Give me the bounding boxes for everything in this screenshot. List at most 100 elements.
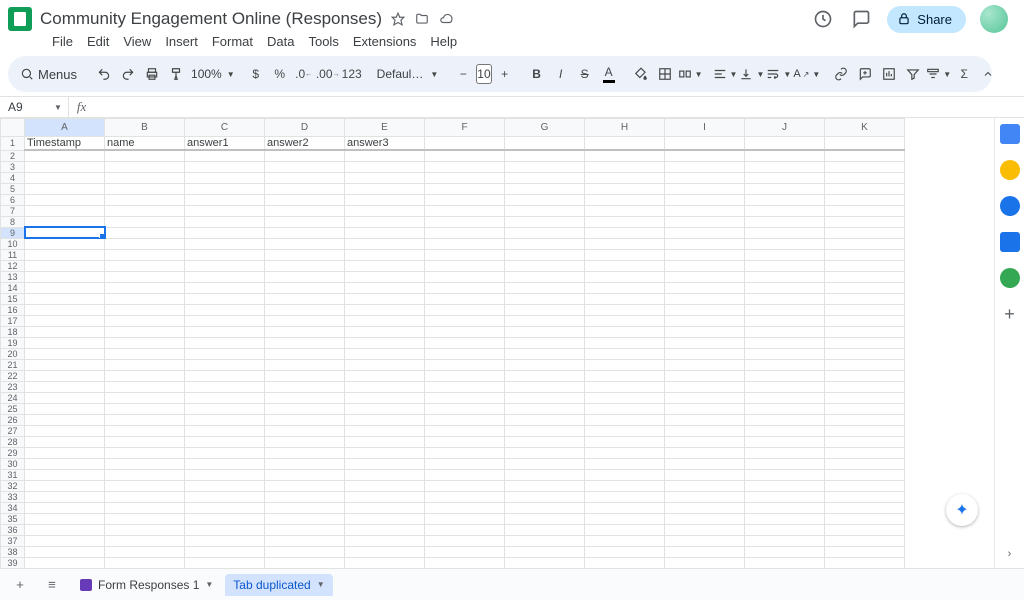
cell[interactable] bbox=[265, 414, 345, 425]
cell[interactable]: Timestamp bbox=[25, 137, 105, 151]
cell[interactable] bbox=[425, 304, 505, 315]
cell[interactable] bbox=[585, 502, 665, 513]
cell[interactable] bbox=[185, 370, 265, 381]
cell[interactable] bbox=[425, 359, 505, 370]
cell[interactable] bbox=[425, 271, 505, 282]
cell[interactable] bbox=[425, 227, 505, 238]
cell[interactable] bbox=[505, 458, 585, 469]
cell[interactable] bbox=[505, 137, 585, 151]
cell[interactable] bbox=[185, 524, 265, 535]
cell[interactable] bbox=[185, 392, 265, 403]
font-family-select[interactable]: Defaul… ▼ bbox=[373, 67, 443, 81]
cell[interactable] bbox=[25, 557, 105, 568]
cell[interactable] bbox=[105, 469, 185, 480]
cell[interactable] bbox=[25, 535, 105, 546]
cell[interactable] bbox=[665, 425, 745, 436]
cell[interactable] bbox=[185, 161, 265, 172]
cell[interactable] bbox=[505, 557, 585, 568]
column-header[interactable]: A bbox=[25, 119, 105, 137]
cell[interactable] bbox=[505, 315, 585, 326]
cell[interactable] bbox=[425, 348, 505, 359]
cell[interactable] bbox=[505, 447, 585, 458]
cell[interactable] bbox=[825, 216, 905, 227]
cell[interactable] bbox=[505, 249, 585, 260]
row-header[interactable]: 17 bbox=[1, 315, 25, 326]
redo-button[interactable] bbox=[117, 62, 139, 86]
cell[interactable] bbox=[505, 513, 585, 524]
cell[interactable] bbox=[345, 381, 425, 392]
cell[interactable] bbox=[825, 249, 905, 260]
cell[interactable] bbox=[585, 546, 665, 557]
cell[interactable] bbox=[585, 271, 665, 282]
cell[interactable] bbox=[345, 150, 425, 161]
cell[interactable] bbox=[745, 161, 825, 172]
cell[interactable] bbox=[345, 414, 425, 425]
cell[interactable] bbox=[745, 403, 825, 414]
cell[interactable] bbox=[585, 282, 665, 293]
cell[interactable] bbox=[265, 150, 345, 161]
cell[interactable] bbox=[585, 304, 665, 315]
cell[interactable] bbox=[825, 348, 905, 359]
cell[interactable] bbox=[265, 183, 345, 194]
cell[interactable] bbox=[505, 238, 585, 249]
cell[interactable] bbox=[505, 337, 585, 348]
cell[interactable] bbox=[265, 161, 345, 172]
column-header[interactable]: I bbox=[665, 119, 745, 137]
cell[interactable] bbox=[185, 414, 265, 425]
cell[interactable] bbox=[185, 205, 265, 216]
cell[interactable] bbox=[105, 249, 185, 260]
cell[interactable] bbox=[265, 227, 345, 238]
cell[interactable] bbox=[505, 392, 585, 403]
row-header[interactable]: 39 bbox=[1, 557, 25, 568]
cell[interactable] bbox=[585, 480, 665, 491]
cell[interactable] bbox=[265, 436, 345, 447]
cell[interactable] bbox=[425, 216, 505, 227]
cell[interactable]: name bbox=[105, 137, 185, 151]
cell[interactable] bbox=[265, 337, 345, 348]
cell[interactable] bbox=[265, 326, 345, 337]
cell[interactable] bbox=[745, 359, 825, 370]
cell[interactable] bbox=[425, 469, 505, 480]
cell[interactable] bbox=[825, 557, 905, 568]
cell[interactable] bbox=[185, 282, 265, 293]
column-header[interactable]: K bbox=[825, 119, 905, 137]
cell[interactable] bbox=[665, 502, 745, 513]
row-header[interactable]: 4 bbox=[1, 172, 25, 183]
cell[interactable] bbox=[745, 513, 825, 524]
cell[interactable] bbox=[425, 183, 505, 194]
cell[interactable] bbox=[265, 315, 345, 326]
cell[interactable] bbox=[425, 524, 505, 535]
cell[interactable] bbox=[265, 535, 345, 546]
cell[interactable] bbox=[665, 326, 745, 337]
cell[interactable] bbox=[585, 414, 665, 425]
cell[interactable] bbox=[585, 557, 665, 568]
cell[interactable] bbox=[745, 414, 825, 425]
cell[interactable] bbox=[745, 216, 825, 227]
italic-button[interactable]: I bbox=[550, 62, 572, 86]
cell[interactable] bbox=[345, 557, 425, 568]
cell[interactable] bbox=[505, 205, 585, 216]
increase-decimal-button[interactable]: .00→ bbox=[317, 62, 339, 86]
cell[interactable] bbox=[505, 425, 585, 436]
cell[interactable] bbox=[825, 359, 905, 370]
cell[interactable] bbox=[105, 359, 185, 370]
cell[interactable] bbox=[585, 337, 665, 348]
cell[interactable] bbox=[105, 282, 185, 293]
row-header[interactable]: 11 bbox=[1, 249, 25, 260]
cell[interactable] bbox=[105, 458, 185, 469]
cell[interactable] bbox=[825, 194, 905, 205]
cell[interactable] bbox=[745, 392, 825, 403]
cell[interactable] bbox=[745, 205, 825, 216]
row-header[interactable]: 23 bbox=[1, 381, 25, 392]
decrease-decimal-button[interactable]: .0← bbox=[293, 62, 315, 86]
cell[interactable] bbox=[505, 381, 585, 392]
cell[interactable] bbox=[665, 557, 745, 568]
calendar-addon-icon[interactable] bbox=[1000, 124, 1020, 144]
cell[interactable] bbox=[745, 227, 825, 238]
cell[interactable] bbox=[745, 535, 825, 546]
cell[interactable] bbox=[345, 403, 425, 414]
cell[interactable] bbox=[505, 480, 585, 491]
cell[interactable] bbox=[505, 293, 585, 304]
menu-tools[interactable]: Tools bbox=[302, 32, 344, 51]
cell[interactable] bbox=[665, 282, 745, 293]
